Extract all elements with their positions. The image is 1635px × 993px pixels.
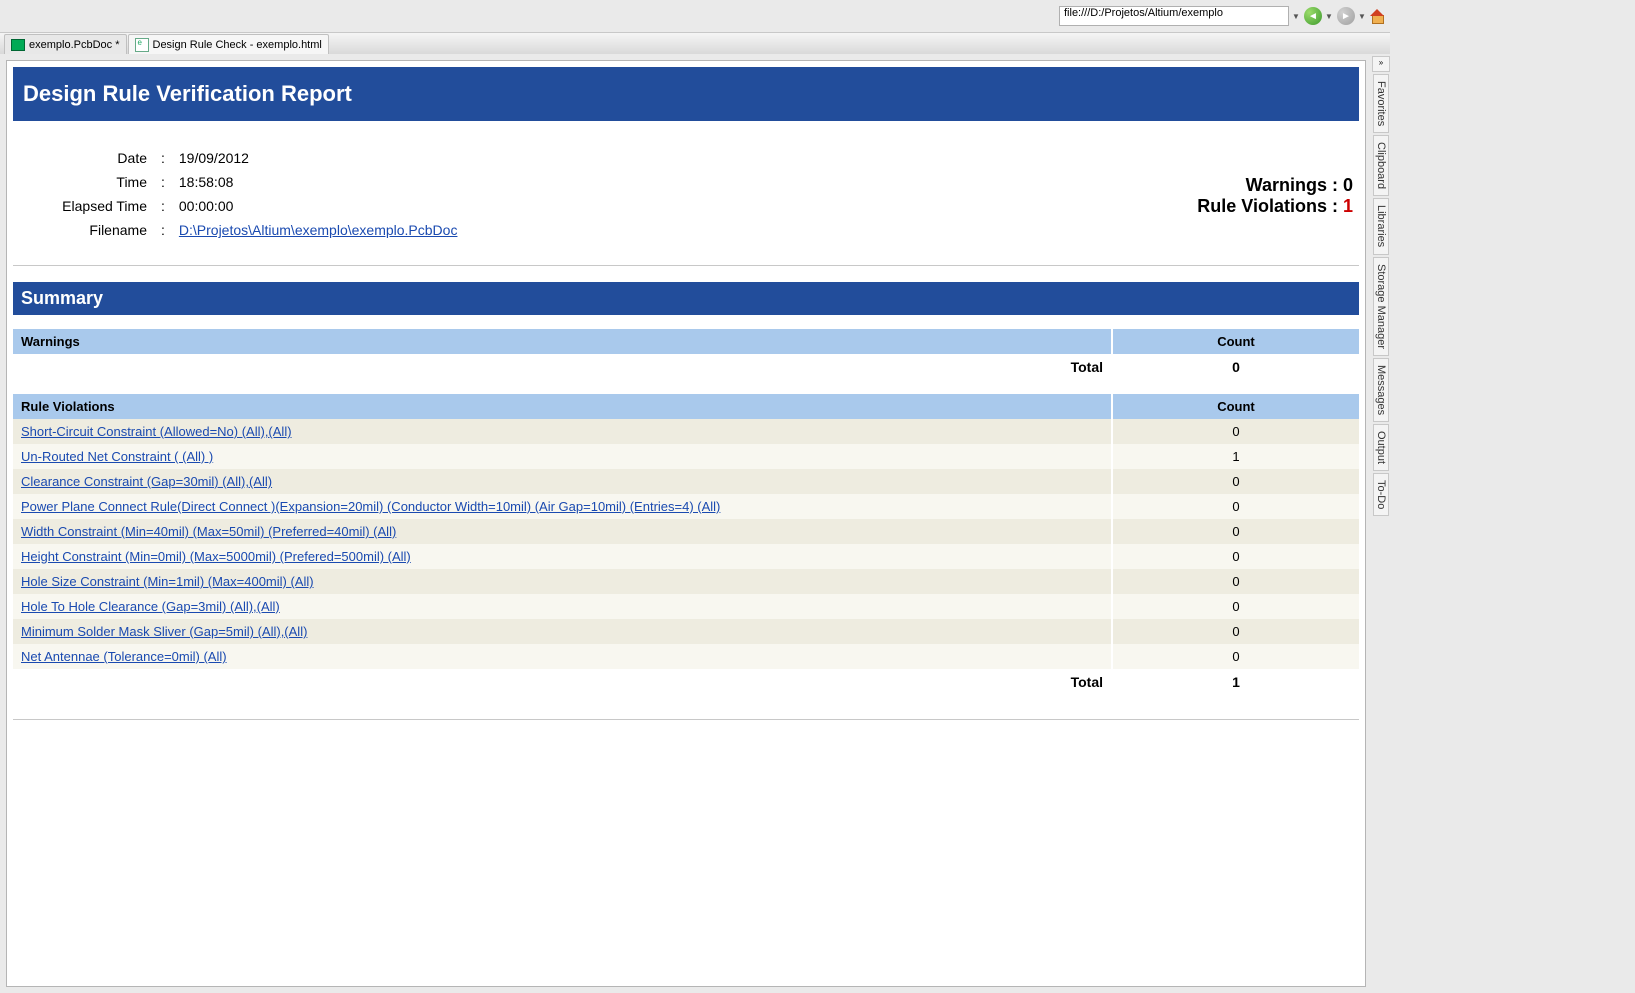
warnings-total-value: 0 — [1112, 354, 1359, 380]
warnings-table: Warnings Count Total 0 — [13, 329, 1359, 380]
violation-rule-link[interactable]: Height Constraint (Min=0mil) (Max=5000mi… — [21, 549, 411, 564]
arrow-left-icon: ◄ — [1308, 11, 1318, 22]
violations-table: Rule Violations Count Short-Circuit Cons… — [13, 394, 1359, 695]
table-row: Hole To Hole Clearance (Gap=3mil) (All),… — [13, 594, 1359, 619]
nav-forward-button[interactable]: ► — [1337, 7, 1355, 25]
nav-back-dropdown-icon[interactable]: ▼ — [1325, 12, 1333, 21]
tab-label: exemplo.PcbDoc * — [29, 39, 120, 51]
meta-elapsed-label: Elapsed Time — [21, 195, 153, 217]
violation-rule-link[interactable]: Net Antennae (Tolerance=0mil) (All) — [21, 649, 227, 664]
table-row: Clearance Constraint (Gap=30mil) (All),(… — [13, 469, 1359, 494]
violations-total-label: Total — [13, 669, 1112, 695]
violation-count: 0 — [1112, 544, 1359, 569]
nav-home-button[interactable] — [1368, 7, 1386, 25]
violation-rule-link[interactable]: Power Plane Connect Rule(Direct Connect … — [21, 499, 720, 514]
meta-date-label: Date — [21, 147, 153, 169]
address-bar: file:///D:/Projetos/Altium/exemplo ▼ ◄ ▼… — [0, 0, 1390, 32]
table-row: Power Plane Connect Rule(Direct Connect … — [13, 494, 1359, 519]
home-icon — [1370, 9, 1384, 23]
meta-date-value: 19/09/2012 — [173, 147, 464, 169]
divider — [13, 265, 1359, 266]
violation-rule-link[interactable]: Minimum Solder Mask Sliver (Gap=5mil) (A… — [21, 624, 307, 639]
url-dropdown-icon[interactable]: ▼ — [1292, 12, 1300, 21]
violations-header-name: Rule Violations — [13, 394, 1112, 419]
violation-count: 0 — [1112, 619, 1359, 644]
meta-time-label: Time — [21, 171, 153, 193]
violations-count-label: Rule Violations : — [1197, 196, 1338, 216]
violation-rule-link[interactable]: Short-Circuit Constraint (Allowed=No) (A… — [21, 424, 292, 439]
warnings-count-value: 0 — [1343, 175, 1353, 195]
violation-count: 0 — [1112, 469, 1359, 494]
violation-count: 0 — [1112, 419, 1359, 444]
report-counts: Warnings : 0 Rule Violations : 1 — [1197, 145, 1353, 217]
tab-pcbdoc[interactable]: exemplo.PcbDoc * — [4, 34, 127, 55]
table-row: Minimum Solder Mask Sliver (Gap=5mil) (A… — [13, 619, 1359, 644]
table-row: Hole Size Constraint (Min=1mil) (Max=400… — [13, 569, 1359, 594]
side-tab-libraries[interactable]: Libraries — [1373, 198, 1389, 254]
violations-count-value: 1 — [1343, 196, 1353, 216]
violation-count: 0 — [1112, 494, 1359, 519]
side-tab-messages[interactable]: Messages — [1373, 358, 1389, 422]
warnings-header-name: Warnings — [13, 329, 1112, 354]
table-row: Height Constraint (Min=0mil) (Max=5000mi… — [13, 544, 1359, 569]
violation-count: 1 — [1112, 444, 1359, 469]
violation-count: 0 — [1112, 644, 1359, 669]
report-viewport[interactable]: Design Rule Verification Report Date : 1… — [6, 60, 1366, 987]
table-row: Width Constraint (Min=40mil) (Max=50mil)… — [13, 519, 1359, 544]
side-tab-clipboard[interactable]: Clipboard — [1373, 135, 1389, 196]
violations-total-value: 1 — [1112, 669, 1359, 695]
table-row: Un-Routed Net Constraint ( (All) ) 1 — [13, 444, 1359, 469]
table-row: Net Antennae (Tolerance=0mil) (All) 0 — [13, 644, 1359, 669]
panel-collapse-toggle[interactable]: » — [1372, 56, 1390, 72]
violations-header-count: Count — [1112, 394, 1359, 419]
violation-rule-link[interactable]: Un-Routed Net Constraint ( (All) ) — [21, 449, 213, 464]
meta-filename-label: Filename — [21, 219, 153, 241]
violation-count: 0 — [1112, 594, 1359, 619]
tab-drc-report[interactable]: Design Rule Check - exemplo.html — [128, 34, 329, 55]
side-panels: » Favorites Clipboard Libraries Storage … — [1371, 54, 1390, 993]
side-tab-output[interactable]: Output — [1373, 424, 1389, 471]
warnings-total-label: Total — [13, 354, 1112, 380]
divider — [13, 719, 1359, 720]
html-file-icon — [135, 38, 149, 52]
url-input[interactable]: file:///D:/Projetos/Altium/exemplo — [1059, 6, 1289, 26]
side-tab-favorites[interactable]: Favorites — [1373, 74, 1389, 133]
violation-rule-link[interactable]: Hole To Hole Clearance (Gap=3mil) (All),… — [21, 599, 280, 614]
summary-section-title: Summary — [13, 282, 1359, 315]
nav-back-button[interactable]: ◄ — [1304, 7, 1322, 25]
pcb-file-icon — [11, 39, 25, 51]
report-meta-table: Date : 19/09/2012 Time : 18:58:08 Elapse… — [19, 145, 465, 243]
violation-count: 0 — [1112, 569, 1359, 594]
tab-label: Design Rule Check - exemplo.html — [153, 39, 322, 51]
violation-rule-link[interactable]: Clearance Constraint (Gap=30mil) (All),(… — [21, 474, 272, 489]
report-title: Design Rule Verification Report — [13, 67, 1359, 121]
document-tabs: exemplo.PcbDoc * Design Rule Check - exe… — [0, 32, 1390, 56]
violation-rule-link[interactable]: Hole Size Constraint (Min=1mil) (Max=400… — [21, 574, 314, 589]
warnings-count-label: Warnings : — [1246, 175, 1338, 195]
spacer — [13, 728, 1359, 987]
meta-filename-link[interactable]: D:\Projetos\Altium\exemplo\exemplo.PcbDo… — [179, 222, 458, 238]
warnings-header-count: Count — [1112, 329, 1359, 354]
content-area: Design Rule Verification Report Date : 1… — [0, 54, 1372, 993]
arrow-right-icon: ► — [1341, 11, 1351, 22]
meta-time-value: 18:58:08 — [173, 171, 464, 193]
side-tab-storage-manager[interactable]: Storage Manager — [1373, 257, 1389, 356]
violation-rule-link[interactable]: Width Constraint (Min=40mil) (Max=50mil)… — [21, 524, 396, 539]
violation-count: 0 — [1112, 519, 1359, 544]
side-tab-todo[interactable]: To-Do — [1373, 473, 1389, 516]
table-row: Short-Circuit Constraint (Allowed=No) (A… — [13, 419, 1359, 444]
meta-elapsed-value: 00:00:00 — [173, 195, 464, 217]
nav-forward-dropdown-icon[interactable]: ▼ — [1358, 12, 1366, 21]
